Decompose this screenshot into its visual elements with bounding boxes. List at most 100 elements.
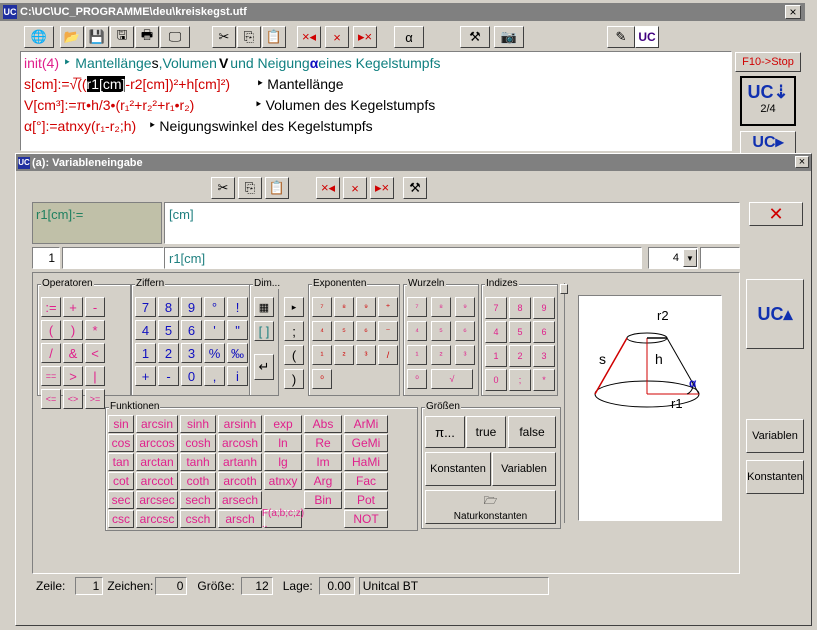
function-key-arsch[interactable]: arsch: [218, 510, 262, 528]
cancel-button[interactable]: ✕: [749, 202, 803, 226]
brace-open-key[interactable]: (: [284, 345, 304, 365]
digit-key[interactable]: ‰: [227, 343, 248, 363]
digit-key[interactable]: 9: [181, 297, 202, 317]
function-key-pot[interactable]: Pot: [344, 491, 388, 509]
function-key-hami[interactable]: HaMi: [344, 453, 388, 471]
dialog-close-button[interactable]: ×: [795, 156, 809, 168]
matrix-icon[interactable]: ▦: [254, 297, 274, 317]
operator-key[interactable]: &: [63, 343, 83, 363]
operator-key[interactable]: >=: [85, 389, 105, 409]
exponent-key[interactable]: ⁴: [312, 321, 332, 341]
root-key[interactable]: ³: [455, 345, 475, 365]
operator-key[interactable]: <=: [41, 389, 61, 409]
selected-variable[interactable]: r1[cm]: [86, 75, 126, 92]
function-key-armi[interactable]: ArMi: [344, 415, 388, 433]
index-key[interactable]: 7: [485, 297, 507, 319]
tools-icon[interactable]: ⚒: [403, 177, 427, 199]
brace-close-key[interactable]: ): [284, 369, 304, 389]
bracket-icon[interactable]: [ ]: [254, 321, 274, 341]
operator-key[interactable]: >: [63, 366, 83, 386]
camera-icon[interactable]: 📷: [494, 26, 524, 48]
function-key-arsech[interactable]: arsech: [218, 491, 262, 509]
function-key-atnxy[interactable]: atnxy: [264, 472, 302, 490]
digit-key[interactable]: 5: [158, 320, 179, 340]
exponent-key[interactable]: ¹: [312, 345, 332, 365]
function-key-csc[interactable]: csc: [108, 510, 134, 528]
digit-key[interactable]: 6: [181, 320, 202, 340]
copy-icon[interactable]: ⎘: [238, 177, 262, 199]
true-button[interactable]: true: [466, 416, 506, 448]
exponent-key[interactable]: ⁷: [312, 297, 332, 317]
index-key[interactable]: 1: [485, 345, 507, 367]
function-key-arcosh[interactable]: arcosh: [218, 434, 262, 452]
operator-key[interactable]: (: [41, 320, 61, 340]
operator-key[interactable]: :=: [41, 297, 61, 317]
index-key[interactable]: 0: [485, 369, 507, 391]
root-key[interactable]: ⁸: [431, 297, 451, 317]
exponent-key[interactable]: ⁸: [334, 297, 354, 317]
operator-key[interactable]: /: [41, 343, 61, 363]
function-key-cos[interactable]: cos: [108, 434, 134, 452]
operator-key[interactable]: |: [85, 366, 105, 386]
pi-button[interactable]: π...: [425, 416, 465, 448]
editor-line-3[interactable]: V[cm³]:= π•h/3•(r₁²+r₂²+r₁•r₂) ‣ Volumen…: [24, 96, 435, 113]
false-button[interactable]: false: [508, 416, 556, 448]
digit-key[interactable]: +: [135, 366, 156, 386]
digit-key[interactable]: °: [204, 297, 225, 317]
exponent-key[interactable]: ⁹: [356, 297, 376, 317]
chevron-down-icon[interactable]: ▼: [683, 249, 697, 267]
digit-key[interactable]: 7: [135, 297, 156, 317]
function-key-ln[interactable]: ln: [264, 434, 302, 452]
index-key[interactable]: 5: [509, 321, 531, 343]
function-key-arccsc[interactable]: arccsc: [136, 510, 178, 528]
delete-left-icon[interactable]: ×◂: [316, 177, 340, 199]
operator-key[interactable]: <>: [63, 389, 83, 409]
operator-key[interactable]: -: [85, 297, 105, 317]
function-key-sech[interactable]: sech: [180, 491, 216, 509]
delete-line-icon[interactable]: ×: [325, 26, 349, 48]
digit-key[interactable]: 4: [135, 320, 156, 340]
side-variablen-button[interactable]: Variablen: [746, 419, 804, 453]
digit-key[interactable]: 0: [181, 366, 202, 386]
function-key-bin[interactable]: Bin: [304, 491, 342, 509]
function-key-fac[interactable]: Fac: [344, 472, 388, 490]
digit-key[interactable]: !: [227, 297, 248, 317]
pen-icon[interactable]: ✎: [607, 26, 635, 48]
operator-key[interactable]: <: [85, 343, 105, 363]
function-key-sinh[interactable]: sinh: [180, 415, 216, 433]
exponent-key[interactable]: ³: [356, 345, 376, 365]
editor-line-4[interactable]: α[°]:= atnxy(r₁-r₂;h) ‣ Neigungswinkel d…: [24, 117, 373, 134]
index-key[interactable]: *: [533, 369, 555, 391]
editor-line-2[interactable]: s[cm]:= √̅(( r1[cm] -r2[cm])²+h[cm]²) ‣ …: [24, 75, 344, 92]
index-extra-field[interactable]: [62, 247, 164, 269]
root-key[interactable]: ⁴: [407, 321, 427, 341]
root-key[interactable]: √: [431, 369, 473, 389]
function-key-sin[interactable]: sin: [108, 415, 134, 433]
page-nav-button[interactable]: UC⇣ 2/4: [740, 76, 796, 126]
paste-icon[interactable]: 📋: [265, 177, 289, 199]
exponent-key[interactable]: ⁶: [356, 321, 376, 341]
digits-select[interactable]: 4 ▼: [648, 247, 698, 269]
function-key-not[interactable]: NOT: [344, 510, 388, 528]
root-key[interactable]: ⁹: [455, 297, 475, 317]
function-key-exp[interactable]: exp: [264, 415, 302, 433]
cut-icon[interactable]: ✂: [211, 177, 235, 199]
uc-logo-icon[interactable]: UC: [635, 26, 659, 48]
delete-line-icon[interactable]: ×: [343, 177, 367, 199]
exponent-key[interactable]: ⁻: [378, 321, 398, 341]
function-key-gemi[interactable]: GeMi: [344, 434, 388, 452]
slider-track[interactable]: [564, 283, 574, 523]
operator-key[interactable]: ==: [41, 366, 61, 386]
print-options-icon[interactable]: 🖵: [160, 26, 190, 48]
function-key-arcsin[interactable]: arcsin: [136, 415, 178, 433]
digit-key[interactable]: 2: [158, 343, 179, 363]
index-key[interactable]: 2: [509, 345, 531, 367]
index-key[interactable]: 4: [485, 321, 507, 343]
function-key-im[interactable]: Im: [304, 453, 342, 471]
editor-line-1[interactable]: init(4) ‣ Mantellänge s ,Volumen V und N…: [24, 54, 440, 71]
function-key-lg[interactable]: lg: [264, 453, 302, 471]
index-key[interactable]: 6: [533, 321, 555, 343]
function-key-arcoth[interactable]: arcoth: [218, 472, 262, 490]
index-key[interactable]: ;: [509, 369, 531, 391]
function-key-coth[interactable]: coth: [180, 472, 216, 490]
